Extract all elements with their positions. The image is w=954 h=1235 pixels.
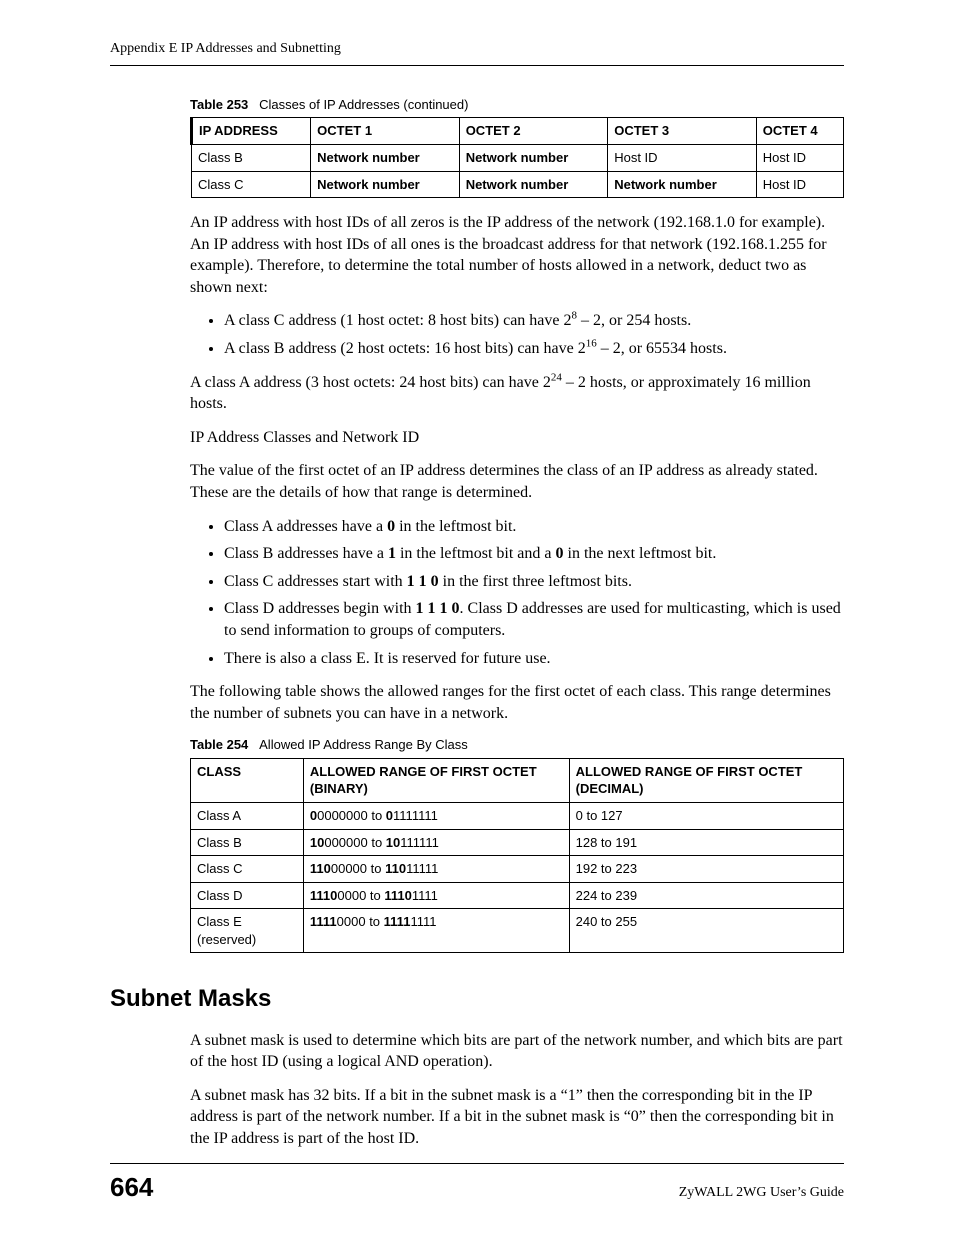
table253-header: OCTET 1 [311,118,460,145]
table253-caption-label: Table 253 [190,97,248,112]
table253-cell: Network number [459,144,608,171]
table253-cell: Network number [311,171,460,198]
table254-caption-label: Table 254 [190,737,248,752]
table253-header: OCTET 4 [756,118,843,145]
body-paragraph: The value of the first octet of an IP ad… [190,460,844,503]
table253-cell: Host ID [756,171,843,198]
list-item: Class C addresses start with 1 1 0 in th… [224,571,844,593]
list-item: Class B addresses have a 1 in the leftmo… [224,543,844,565]
table254-cell: 00000000 to 01111111 [303,803,569,830]
table253-cell: Network number [311,144,460,171]
table254: CLASS ALLOWED RANGE OF FIRST OCTET (BINA… [190,758,844,953]
table254-cell: 11000000 to 11011111 [303,856,569,883]
table254-cell: 224 to 239 [569,882,843,909]
body-paragraph: IP Address Classes and Network ID [190,427,844,449]
list-item: There is also a class E. It is reserved … [224,648,844,670]
table254-cell: Class E (reserved) [191,909,304,953]
header-rule [110,65,844,66]
list-item: A class B address (2 host octets: 16 hos… [224,338,844,360]
list-item: A class C address (1 host octet: 8 host … [224,310,844,332]
table254-cell: Class B [191,829,304,856]
table253-header: IP ADDRESS [192,118,311,145]
table254-cell: Class A [191,803,304,830]
page-number: 664 [110,1170,153,1205]
table253-caption-text: Classes of IP Addresses (continued) [259,97,468,112]
table254-cell: 128 to 191 [569,829,843,856]
list-item: Class A addresses have a 0 in the leftmo… [224,516,844,538]
table254-caption-text: Allowed IP Address Range By Class [259,737,468,752]
table254-cell: 10000000 to 10111111 [303,829,569,856]
body-paragraph: A subnet mask has 32 bits. If a bit in t… [190,1085,844,1150]
table253-cell: Host ID [756,144,843,171]
host-count-list: A class C address (1 host octet: 8 host … [190,310,844,359]
table254-header: CLASS [191,758,304,802]
list-item: Class D addresses begin with 1 1 1 0. Cl… [224,598,844,641]
page-footer: 664 ZyWALL 2WG User’s Guide [110,1163,844,1205]
body-paragraph: An IP address with host IDs of all zeros… [190,212,844,298]
table254-cell: Class D [191,882,304,909]
class-detail-list: Class A addresses have a 0 in the leftmo… [190,516,844,670]
table253-cell: Host ID [608,144,757,171]
table253-header: OCTET 3 [608,118,757,145]
body-paragraph: A subnet mask is used to determine which… [190,1030,844,1073]
table254-header: ALLOWED RANGE OF FIRST OCTET (BINARY) [303,758,569,802]
body-paragraph: The following table shows the allowed ra… [190,681,844,724]
body-paragraph: A class A address (3 host octets: 24 hos… [190,372,844,415]
guide-title: ZyWALL 2WG User’s Guide [679,1184,844,1203]
table253-cell: Network number [459,171,608,198]
table254-cell: 11110000 to 11111111 [303,909,569,953]
table253-caption: Table 253 Classes of IP Addresses (conti… [190,96,844,114]
table253-header: OCTET 2 [459,118,608,145]
table253-cell: Class C [192,171,311,198]
table254-cell: 0 to 127 [569,803,843,830]
table254-header: ALLOWED RANGE OF FIRST OCTET (DECIMAL) [569,758,843,802]
table253-cell: Class B [192,144,311,171]
table254-cell: 11100000 to 11101111 [303,882,569,909]
table253-cell: Network number [608,171,757,198]
table254-cell: 192 to 223 [569,856,843,883]
table254-cell: Class C [191,856,304,883]
section-heading-subnet-masks: Subnet Masks [110,983,844,1015]
table254-caption: Table 254 Allowed IP Address Range By Cl… [190,736,844,754]
table254-cell: 240 to 255 [569,909,843,953]
table253: IP ADDRESS OCTET 1 OCTET 2 OCTET 3 OCTET… [190,117,844,198]
running-header: Appendix E IP Addresses and Subnetting [110,40,844,59]
